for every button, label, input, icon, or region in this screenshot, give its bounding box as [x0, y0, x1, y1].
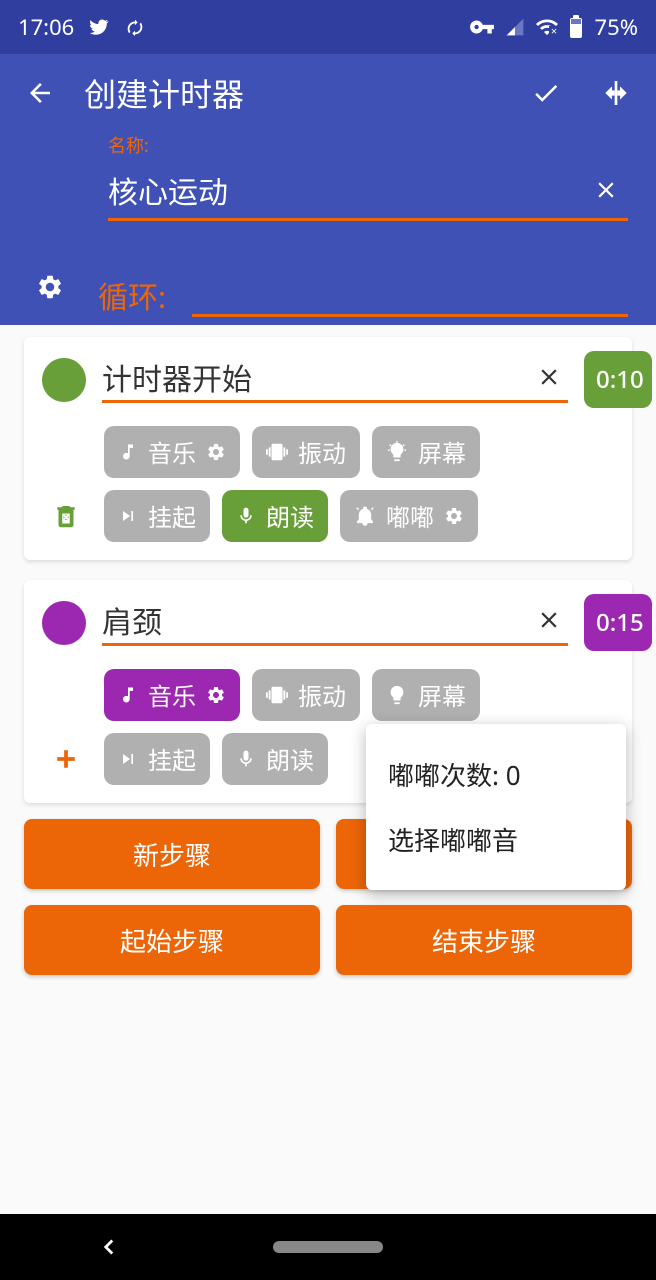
step-name-input[interactable] — [102, 600, 530, 641]
chip-label: 屏幕 — [418, 677, 466, 713]
step-color-dot[interactable] — [42, 358, 86, 402]
chip-suspend[interactable]: 挂起 — [104, 733, 210, 785]
chip-vibrate[interactable]: 振动 — [252, 426, 360, 478]
delete-step-button[interactable] — [46, 496, 86, 536]
signal-icon — [505, 17, 525, 37]
step-color-dot[interactable] — [42, 601, 86, 645]
loop-settings-button[interactable] — [28, 265, 72, 309]
name-input[interactable] — [108, 170, 584, 211]
beep-popup: 嘟嘟次数: 0 选择嘟嘟音 — [366, 724, 626, 890]
status-time: 17:06 — [18, 12, 74, 42]
popup-beep-count[interactable]: 嘟嘟次数: 0 — [366, 742, 626, 807]
chip-music[interactable]: 音乐 — [104, 669, 240, 721]
step-card: 0:10 音乐 振动 屏幕 挂起 — [24, 337, 632, 560]
new-step-button[interactable]: 新步骤 — [24, 819, 320, 889]
step-name-input[interactable] — [102, 357, 530, 398]
loop-input[interactable] — [192, 277, 628, 317]
chip-screen[interactable]: 屏幕 — [372, 669, 480, 721]
chip-label: 音乐 — [148, 434, 196, 470]
step-name-clear[interactable] — [530, 364, 568, 390]
chip-label: 朗读 — [266, 498, 314, 534]
chip-label: 振动 — [298, 434, 346, 470]
chip-label: 音乐 — [148, 677, 196, 713]
status-bar: 17:06 × 75% — [0, 0, 656, 54]
step-time-chip[interactable]: 0:10 — [584, 351, 652, 408]
wifi-icon: × — [535, 15, 559, 39]
start-step-button[interactable]: 起始步骤 — [24, 905, 320, 975]
android-nav-bar — [0, 1214, 656, 1280]
step-time-chip[interactable]: 0:15 — [584, 594, 652, 651]
chip-speak[interactable]: 朗读 — [222, 490, 328, 542]
step-name-clear[interactable] — [530, 607, 568, 633]
battery-text: 75% — [595, 12, 638, 42]
collapse-button[interactable] — [594, 71, 638, 115]
chip-suspend[interactable]: 挂起 — [104, 490, 210, 542]
chip-vibrate[interactable]: 振动 — [252, 669, 360, 721]
sync-icon — [124, 16, 146, 38]
battery-icon — [569, 15, 583, 39]
loop-row: 循环: — [0, 221, 656, 317]
toolbar: 创建计时器 — [0, 54, 656, 132]
name-label: 名称: — [108, 132, 628, 158]
popup-select-beep[interactable]: 选择嘟嘟音 — [366, 807, 626, 872]
name-clear-button[interactable] — [584, 168, 628, 212]
page-title: 创建计时器 — [84, 70, 524, 116]
nav-home[interactable] — [268, 1241, 388, 1253]
svg-text:×: × — [550, 24, 556, 39]
twitter-icon — [88, 16, 110, 38]
header-area: 创建计时器 名称: 循环: — [0, 54, 656, 325]
chip-music[interactable]: 音乐 — [104, 426, 240, 478]
chip-beep[interactable]: 嘟嘟 — [340, 490, 478, 542]
chip-speak[interactable]: 朗读 — [222, 733, 328, 785]
confirm-button[interactable] — [524, 71, 568, 115]
vpn-key-icon — [469, 14, 495, 40]
loop-label: 循环: — [98, 273, 166, 317]
add-step-button[interactable] — [46, 739, 86, 779]
name-block: 名称: — [0, 132, 656, 221]
chip-label: 屏幕 — [418, 434, 466, 470]
chip-label: 挂起 — [148, 498, 196, 534]
chip-label: 嘟嘟 — [386, 498, 434, 534]
back-button[interactable] — [18, 71, 62, 115]
chip-screen[interactable]: 屏幕 — [372, 426, 480, 478]
end-step-button[interactable]: 结束步骤 — [336, 905, 632, 975]
chip-label: 挂起 — [148, 741, 196, 777]
chip-label: 振动 — [298, 677, 346, 713]
nav-back[interactable] — [49, 1234, 169, 1260]
chip-label: 朗读 — [266, 741, 314, 777]
